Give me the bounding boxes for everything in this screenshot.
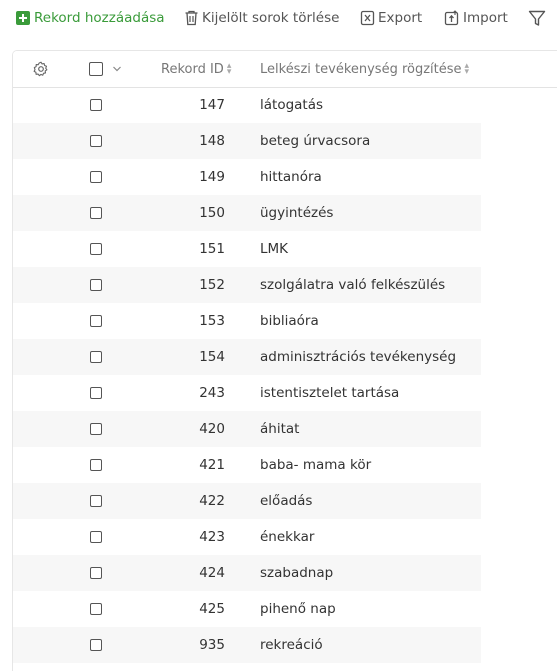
table-row[interactable]: 423 énekkar xyxy=(13,519,481,555)
row-checkbox[interactable] xyxy=(90,387,102,399)
table-row[interactable]: 935 rekreáció xyxy=(13,627,481,663)
toolbar: Rekord hozzáadása Kijelölt sorok törlése… xyxy=(0,0,557,38)
record-id-cell: 149 xyxy=(199,169,225,185)
row-checkbox[interactable] xyxy=(90,495,102,507)
table-row[interactable]: 152 szolgálatra való felkészülés xyxy=(13,267,481,303)
column-header-id-label: Rekord ID xyxy=(161,61,224,77)
filter-icon xyxy=(528,10,546,26)
table-row[interactable]: 154 adminisztrációs tevékenység xyxy=(13,339,481,375)
table-row[interactable]: 148 beteg úrvacsora xyxy=(13,123,481,159)
record-id-cell: 423 xyxy=(199,529,225,545)
row-checkbox[interactable] xyxy=(90,99,102,111)
record-id-cell: 147 xyxy=(199,97,225,113)
table-row[interactable]: 421 baba- mama kör xyxy=(13,447,481,483)
row-checkbox[interactable] xyxy=(90,423,102,435)
table-row[interactable]: 153 bibliaóra xyxy=(13,303,481,339)
table-row[interactable]: 243 istentisztelet tartása xyxy=(13,375,481,411)
table-row[interactable]: 151 LMK xyxy=(13,231,481,267)
chevron-down-icon xyxy=(113,66,121,72)
record-id-cell: 148 xyxy=(199,133,225,149)
column-header-id[interactable]: Rekord ID ▴ ▾ xyxy=(161,51,231,87)
import-label: Import xyxy=(463,10,508,26)
activity-name-cell: hittanóra xyxy=(260,169,322,185)
row-checkbox[interactable] xyxy=(90,351,102,363)
checkbox-box xyxy=(89,62,103,76)
table-row[interactable]: 424 szabadnap xyxy=(13,555,481,591)
activity-name-cell: baba- mama kör xyxy=(260,457,372,473)
gear-icon xyxy=(33,61,48,77)
row-checkbox[interactable] xyxy=(90,207,102,219)
activity-name-cell: szabadnap xyxy=(260,565,334,581)
table-header: Rekord ID ▴ ▾ Lelkészi tevékenység rögzít… xyxy=(13,51,557,88)
row-checkbox[interactable] xyxy=(90,567,102,579)
record-id-cell: 421 xyxy=(199,457,225,473)
delete-selected-button[interactable]: Kijelölt sorok törlése xyxy=(184,10,339,26)
add-record-button[interactable]: Rekord hozzáadása xyxy=(15,10,165,26)
activity-name-cell: LMK xyxy=(260,241,289,257)
column-header-name-label: Lelkészi tevékenység rögzítése xyxy=(260,61,462,77)
row-checkbox[interactable] xyxy=(90,603,102,615)
filter-button[interactable] xyxy=(528,10,549,27)
data-grid: Rekord ID ▴ ▾ Lelkészi tevékenység rögzít… xyxy=(13,51,557,671)
row-checkbox[interactable] xyxy=(90,279,102,291)
column-header-name[interactable]: Lelkészi tevékenység rögzítése ▴ ▾ xyxy=(260,51,469,87)
record-id-cell: 424 xyxy=(199,565,225,581)
sort-icon: ▴ ▾ xyxy=(464,61,470,77)
table-row[interactable]: 422 előadás xyxy=(13,483,481,519)
import-icon xyxy=(444,10,459,26)
record-id-cell: 152 xyxy=(199,277,225,293)
row-checkbox[interactable] xyxy=(90,459,102,471)
table-row[interactable]: 420 áhitat xyxy=(13,411,481,447)
record-id-cell: 153 xyxy=(199,313,225,329)
activity-name-cell: előadás xyxy=(260,493,313,509)
row-checkbox[interactable] xyxy=(90,531,102,543)
add-record-label: Rekord hozzáadása xyxy=(34,10,165,26)
export-button[interactable]: Export xyxy=(360,10,422,26)
column-settings-button[interactable] xyxy=(33,51,49,87)
export-label: Export xyxy=(378,10,423,26)
record-id-cell: 420 xyxy=(199,421,225,437)
record-id-cell: 151 xyxy=(199,241,225,257)
activity-name-cell: adminisztrációs tevékenység xyxy=(260,349,457,365)
record-id-cell: 935 xyxy=(199,637,225,653)
export-icon xyxy=(360,10,375,26)
record-id-cell: 422 xyxy=(199,493,225,509)
row-checkbox[interactable] xyxy=(90,243,102,255)
activity-name-cell: ügyintézés xyxy=(260,205,334,221)
table-row[interactable]: 149 hittanóra xyxy=(13,159,481,195)
plus-icon xyxy=(16,11,30,25)
record-id-cell: 154 xyxy=(199,349,225,365)
record-id-cell: 243 xyxy=(199,385,225,401)
sort-icon: ▴ ▾ xyxy=(226,61,232,77)
table-row[interactable]: 150 ügyintézés xyxy=(13,195,481,231)
select-all-checkbox[interactable] xyxy=(89,51,103,87)
activity-name-cell: szolgálatra való felkészülés xyxy=(260,277,446,293)
activity-name-cell: istentisztelet tartása xyxy=(260,385,400,401)
activity-name-cell: rekreáció xyxy=(260,637,323,653)
import-button[interactable]: Import xyxy=(444,10,508,26)
record-id-cell: 425 xyxy=(199,601,225,617)
row-checkbox[interactable] xyxy=(90,639,102,651)
activity-name-cell: áhitat xyxy=(260,421,300,437)
record-id-cell: 150 xyxy=(199,205,225,221)
activity-name-cell: pihenő nap xyxy=(260,601,336,617)
delete-selected-label: Kijelölt sorok törlése xyxy=(202,10,340,26)
row-checkbox[interactable] xyxy=(90,135,102,147)
table-row[interactable]: 147 látogatás xyxy=(13,87,481,123)
selection-menu-button[interactable] xyxy=(112,51,122,87)
activity-name-cell: beteg úrvacsora xyxy=(260,133,371,149)
activity-name-cell: énekkar xyxy=(260,529,315,545)
row-checkbox[interactable] xyxy=(90,171,102,183)
table-row[interactable]: 425 pihenő nap xyxy=(13,591,481,627)
activity-name-cell: bibliaóra xyxy=(260,313,319,329)
trash-icon xyxy=(185,10,198,26)
activity-name-cell: látogatás xyxy=(260,97,324,113)
row-checkbox[interactable] xyxy=(90,315,102,327)
